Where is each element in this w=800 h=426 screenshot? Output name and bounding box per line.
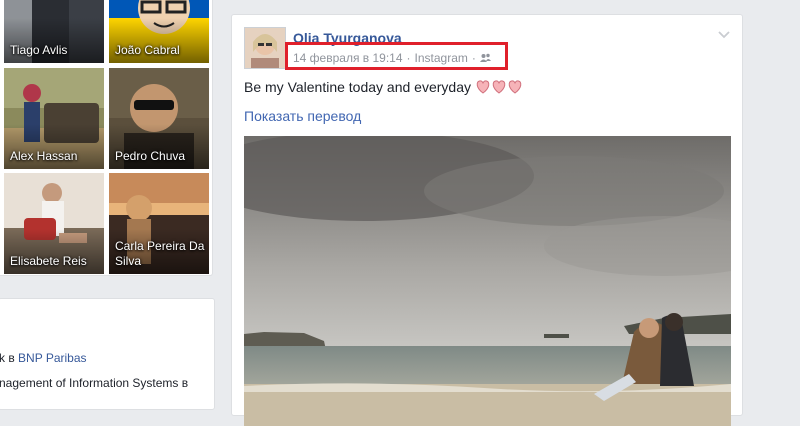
post-card: Olia Tyurganova 14 февраля в 19:14 · Ins… bbox=[231, 14, 743, 426]
post-photo[interactable] bbox=[244, 136, 731, 426]
friend-tile[interactable]: João Cabral bbox=[109, 0, 209, 63]
heart-emoji-icon bbox=[476, 80, 522, 94]
chevron-down-icon[interactable] bbox=[716, 29, 732, 41]
show-translation-link[interactable]: Показать перевод bbox=[244, 108, 361, 124]
education-line: nagement of Information Systems в bbox=[0, 376, 189, 390]
friend-tile[interactable]: Alex Hassan bbox=[4, 68, 104, 169]
post-text: Be my Valentine today and everyday bbox=[244, 79, 523, 95]
post-message: Be my Valentine today and everyday bbox=[244, 79, 471, 95]
friend-name[interactable]: Carla Pereira Da Silva bbox=[115, 239, 205, 269]
friend-tile[interactable]: Elisabete Reis bbox=[4, 173, 104, 274]
friend-tile[interactable]: Carla Pereira Da Silva bbox=[109, 173, 209, 274]
work-prefix: k в bbox=[0, 351, 19, 365]
friend-name[interactable]: Alex Hassan bbox=[10, 149, 100, 164]
friend-name[interactable]: Elisabete Reis bbox=[10, 254, 100, 269]
employer-link[interactable]: BNP Paribas bbox=[18, 351, 86, 365]
beach-photo bbox=[244, 136, 731, 426]
friend-tile[interactable]: Tiago Avlis bbox=[4, 0, 104, 63]
annotation-highlight-box bbox=[285, 42, 508, 70]
author-avatar[interactable] bbox=[244, 27, 286, 69]
friend-tile[interactable]: Pedro Chuva bbox=[109, 68, 209, 169]
intro-box: k в BNP Paribas nagement of Information … bbox=[0, 298, 215, 410]
friend-name[interactable]: Tiago Avlis bbox=[10, 43, 100, 58]
heart-emoji bbox=[475, 79, 523, 95]
friends-grid: Tiago Avlis João Cabral Alex Hassan Pedr… bbox=[0, 0, 213, 276]
friend-name[interactable]: João Cabral bbox=[115, 43, 205, 58]
friend-name[interactable]: Pedro Chuva bbox=[115, 149, 205, 164]
avatar-photo bbox=[245, 28, 285, 68]
work-line: k в BNP Paribas bbox=[0, 351, 87, 365]
